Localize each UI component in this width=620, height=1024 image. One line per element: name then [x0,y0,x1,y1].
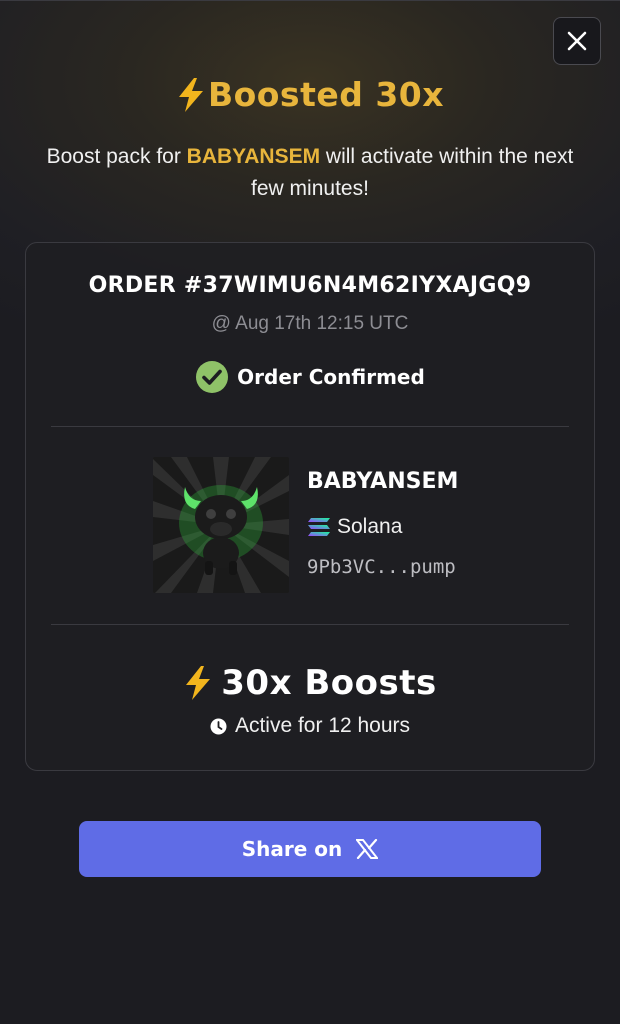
duration-text: Active for 12 hours [234,714,411,737]
order-id: ORDER #37WIMU6N4M62IYXAJGQ9 [88,273,532,298]
close-icon [567,31,587,51]
lightning-bolt-icon [178,77,203,112]
solana-icon [308,518,330,536]
message-token: BABYANSEM [186,145,321,168]
chain-info: Solana [307,515,402,539]
chain-name: Solana [337,515,403,538]
x-logo-icon [356,839,379,859]
share-label: Share on [241,837,343,861]
page-title: Boosted 30x [0,75,620,114]
title-text: Boosted 30x [207,75,445,114]
boost-label: 30x Boosts [221,663,437,703]
check-circle-icon [196,361,229,393]
token-name: BABYANSEM [307,469,459,494]
activation-message: Boost pack for BABYANSEM will activate w… [30,141,590,205]
lightning-bolt-icon [186,666,211,700]
order-timestamp: @ Aug 17th 12:15 UTC [211,313,409,334]
green-bull-avatar [153,457,289,593]
share-on-x-button[interactable]: Share on [79,821,541,877]
boost-duration: Active for 12 hours [26,714,594,738]
clock-icon [210,718,227,734]
message-prefix: Boost pack for [46,145,187,168]
status-text: Order Confirmed [237,365,425,389]
close-button[interactable] [553,17,601,65]
boost-confirmation-modal: Boosted 30x Boost pack for BABYANSEM wil… [0,0,620,1024]
order-card: ORDER #37WIMU6N4M62IYXAJGQ9 @ Aug 17th 1… [25,242,595,771]
divider [51,426,569,427]
token-image [153,457,289,593]
token-address: 9Pb3VC...pump [307,556,456,578]
boost-count: 30x Boosts [26,663,594,703]
status-badge: Order Confirmed [26,360,594,394]
divider [51,624,569,625]
